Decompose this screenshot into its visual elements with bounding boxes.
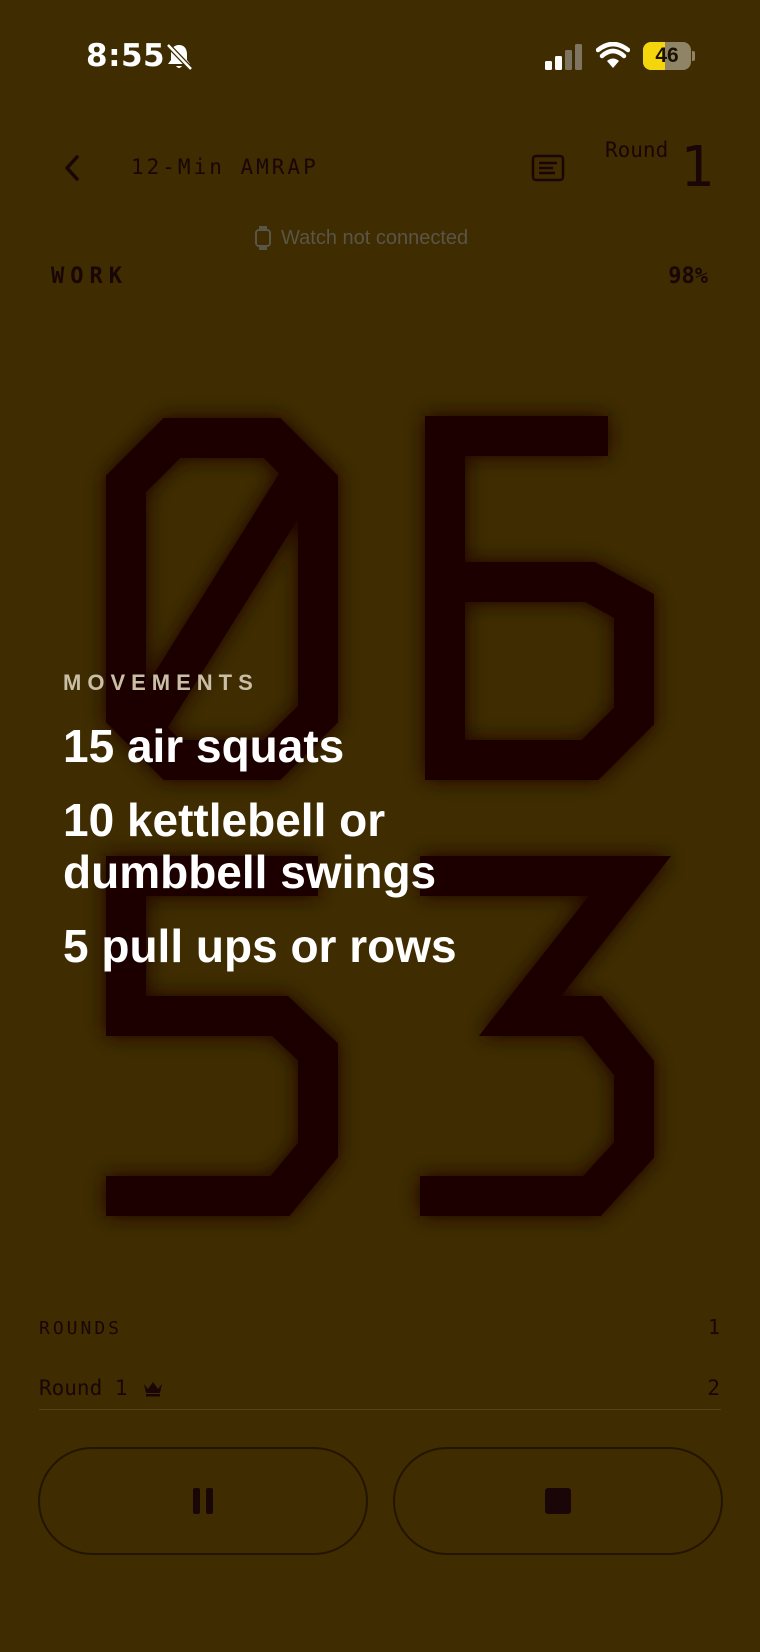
phase-label: WORK: [51, 264, 128, 289]
notes-button[interactable]: [520, 140, 576, 196]
stop-button[interactable]: [393, 1447, 723, 1555]
status-time: 8:55: [86, 38, 166, 74]
phase-percent: 98%: [668, 264, 708, 289]
bell-slash-icon: [166, 43, 193, 71]
watch-status-text: Watch not connected: [281, 226, 469, 249]
list-icon: [531, 154, 565, 182]
pause-icon: [193, 1488, 213, 1514]
watch-status: Watch not connected: [255, 226, 468, 250]
round-row: Round 1 2: [39, 1366, 721, 1410]
movements-heading: MOVEMENTS: [63, 670, 259, 695]
wifi-icon: [596, 42, 630, 68]
battery-icon: 46: [643, 42, 695, 70]
chevron-left-icon: [65, 155, 79, 181]
round-row-label: Round 1: [39, 1375, 128, 1400]
movement-item: 15 air squats: [63, 720, 345, 772]
movement-item: 10 kettlebell or dumbbell swings: [63, 794, 437, 898]
watch-icon: [255, 226, 271, 250]
rounds-count: 1: [707, 1315, 720, 1339]
rounds-heading: ROUNDS: [39, 1318, 123, 1339]
stop-icon: [545, 1488, 571, 1514]
movement-item: 5 pull ups or rows: [63, 920, 457, 972]
battery-level: 46: [655, 44, 679, 67]
workout-title: 12-Min AMRAP: [131, 155, 319, 179]
round-label: Round: [605, 138, 669, 162]
cellular-signal-icon: [545, 44, 582, 70]
pause-button[interactable]: [38, 1447, 368, 1555]
back-button[interactable]: [44, 140, 100, 196]
round-number: 1: [680, 135, 714, 200]
movements-panel: MOVEMENTS 15 air squats 10 kettlebell or…: [63, 670, 683, 994]
crown-icon: [143, 1381, 162, 1396]
round-row-value: 2: [707, 1375, 720, 1400]
